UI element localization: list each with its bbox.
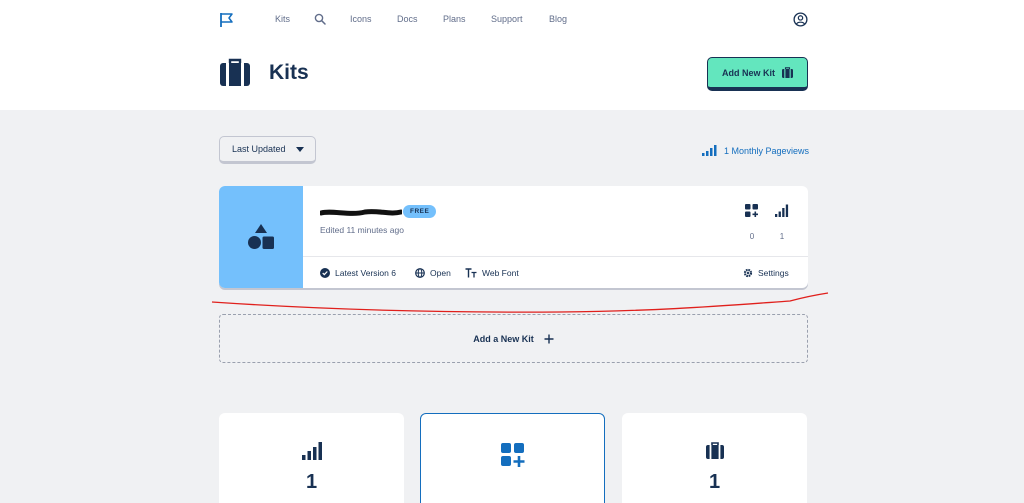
- top-navigation: Kits Icons Docs Plans Support Blog: [0, 0, 1024, 40]
- kit-icons-count: 0: [749, 232, 755, 241]
- kit-pageviews-count: 1: [779, 232, 785, 241]
- nav-link-docs[interactable]: Docs: [397, 14, 418, 24]
- nav-link-support[interactable]: Support: [491, 14, 523, 24]
- pageviews-stat-value: 1: [305, 471, 318, 493]
- nav-link-blog[interactable]: Blog: [549, 14, 567, 24]
- text-size-icon: [465, 268, 477, 278]
- kit-card: FREE Edited 11 minutes ago 0 1 Latest Ve…: [219, 186, 808, 288]
- kit-technology-label: Web Font: [482, 268, 519, 278]
- kits-stat-card[interactable]: 1: [622, 413, 807, 503]
- caret-down-icon: [296, 147, 304, 152]
- nav-link-plans[interactable]: Plans: [443, 14, 466, 24]
- monthly-pageviews-link[interactable]: 1 Monthly Pageviews: [702, 145, 809, 156]
- kit-settings-link[interactable]: Settings: [743, 268, 789, 278]
- add-a-new-kit-label: Add a New Kit: [473, 333, 534, 344]
- briefcase-icon: [220, 58, 250, 86]
- add-a-new-kit-placeholder[interactable]: Add a New Kit: [219, 314, 808, 363]
- plan-badge: FREE: [403, 205, 437, 218]
- kit-icons-stat: 0: [743, 204, 761, 241]
- icons-stat-card[interactable]: [420, 413, 605, 503]
- signal-bars-icon: [702, 145, 717, 156]
- monthly-pageviews-label: 1 Monthly Pageviews: [724, 145, 810, 156]
- kit-settings-label: Settings: [758, 268, 789, 278]
- globe-icon: [415, 268, 425, 278]
- briefcase-icon: [782, 67, 793, 78]
- card-divider: [303, 256, 808, 257]
- kit-version-link[interactable]: Latest Version 6: [320, 268, 396, 278]
- signal-bars-icon: [301, 442, 322, 460]
- kit-open-label: Open: [430, 268, 451, 278]
- kit-name-redacted[interactable]: [320, 209, 402, 217]
- signal-bars-icon: [775, 204, 789, 217]
- kit-pageviews-stat: 1: [773, 204, 791, 241]
- kit-technology-link[interactable]: Web Font: [465, 268, 519, 278]
- page-header: Kits Add New Kit: [0, 40, 1024, 110]
- page-title: Kits: [269, 61, 309, 84]
- search-icon[interactable]: [314, 13, 326, 25]
- user-account-icon[interactable]: [793, 12, 808, 27]
- briefcase-icon: [705, 442, 724, 459]
- nav-link-kits[interactable]: Kits: [275, 14, 290, 24]
- add-new-kit-button[interactable]: Add New Kit: [707, 57, 808, 91]
- add-new-kit-button-label: Add New Kit: [722, 67, 775, 78]
- kit-thumbnail[interactable]: [219, 186, 303, 288]
- kits-stat-value: 1: [708, 471, 721, 493]
- gear-icon: [743, 268, 753, 278]
- custom-icons-icon: [745, 204, 758, 217]
- nav-link-icons[interactable]: Icons: [350, 14, 372, 24]
- pageviews-stat-card[interactable]: 1: [219, 413, 404, 503]
- kit-version-label: Latest Version 6: [335, 268, 396, 278]
- kit-edited-timestamp: Edited 11 minutes ago: [320, 225, 404, 235]
- flag-logo-icon[interactable]: [219, 12, 235, 28]
- kit-open-link[interactable]: Open: [415, 268, 451, 278]
- check-circle-icon: [320, 268, 330, 278]
- sort-dropdown[interactable]: Last Updated: [219, 136, 316, 164]
- custom-icons-icon: [500, 443, 524, 467]
- shapes-icon: [248, 224, 274, 249]
- plus-icon: [544, 334, 554, 343]
- sort-dropdown-value: Last Updated: [232, 144, 286, 154]
